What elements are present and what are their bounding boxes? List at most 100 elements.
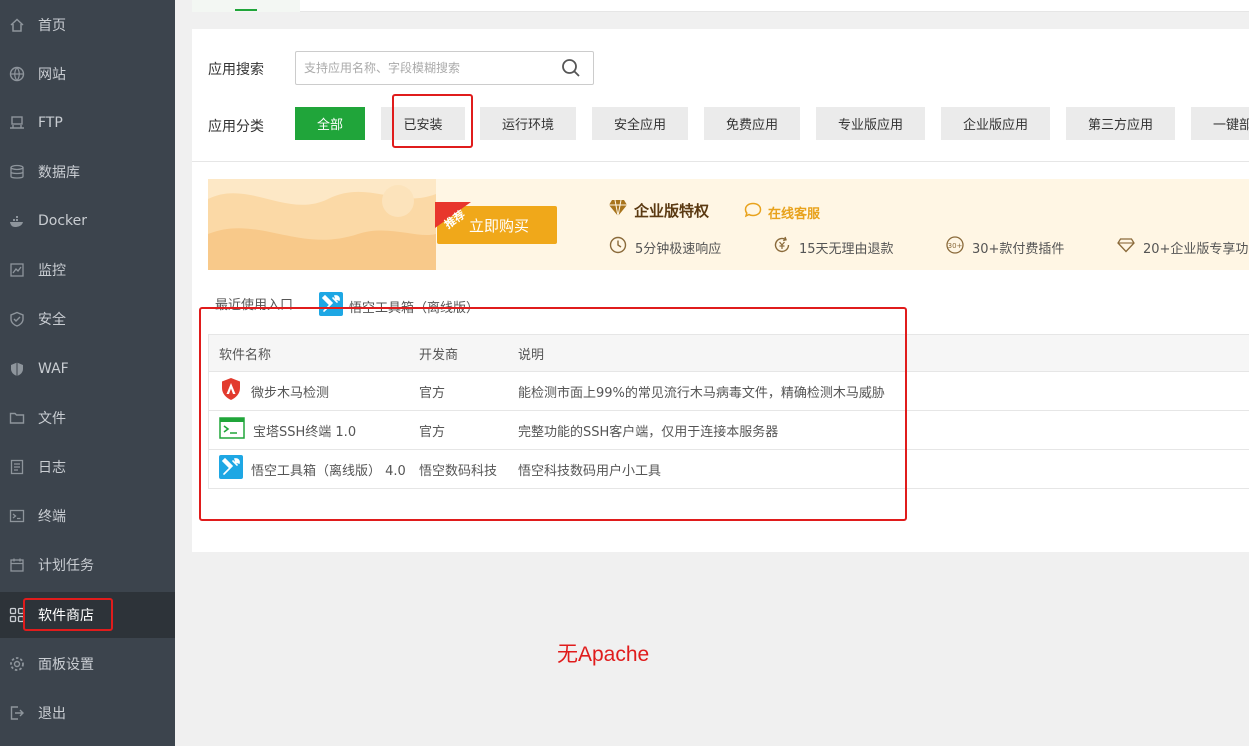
feature-text: 20+企业版专享功能	[1143, 241, 1249, 257]
developer-cell: 官方	[419, 424, 446, 440]
category-one-click[interactable]: 一键部署	[1191, 107, 1249, 140]
sidebar-item-database[interactable]: 数据库	[0, 149, 175, 195]
recent-entry-label: 最近使用入口	[215, 298, 294, 313]
sidebar-item-docker[interactable]: Docker	[0, 198, 175, 244]
sidebar-item-label: 日志	[38, 460, 66, 476]
sidebar-item-label: 退出	[38, 706, 66, 722]
software-name[interactable]: 宝塔SSH终端 1.0	[253, 421, 356, 440]
column-header-description[interactable]: 说明	[518, 335, 544, 371]
developer-cell: 官方	[419, 385, 446, 401]
clock-icon	[608, 235, 628, 259]
category-pro[interactable]: 专业版应用	[816, 107, 925, 140]
software-name[interactable]: 悟空工具箱（离线版） 4.0	[251, 460, 406, 479]
annotation-note: 无Apache	[557, 643, 650, 666]
sidebar-item-ftp[interactable]: FTP	[0, 100, 175, 146]
search-input[interactable]	[304, 59, 554, 77]
table-header: 软件名称 开发商 说明	[209, 335, 1249, 372]
home-icon	[9, 17, 25, 33]
sidebar-item-files[interactable]: 文件	[0, 395, 175, 441]
monitor-icon	[9, 262, 25, 278]
sidebar-item-logout[interactable]: 退出	[0, 690, 175, 736]
developer-cell: 悟空数码科技	[419, 463, 498, 479]
trojan-detect-icon	[219, 377, 243, 405]
software-name[interactable]: 微步木马检测	[251, 382, 329, 401]
sidebar-item-label: 首页	[38, 18, 66, 34]
category-enterprise[interactable]: 企业版应用	[941, 107, 1050, 140]
category-third-party[interactable]: 第三方应用	[1066, 107, 1175, 140]
sidebar-item-logs[interactable]: 日志	[0, 444, 175, 490]
ssh-terminal-icon	[219, 417, 245, 443]
sidebar-item-label: 数据库	[38, 165, 80, 181]
refund-icon	[772, 235, 792, 259]
column-header-name[interactable]: 软件名称	[219, 335, 271, 371]
category-security[interactable]: 安全应用	[592, 107, 688, 140]
software-name-cell: 悟空工具箱（离线版） 4.0	[219, 450, 406, 488]
feature-exclusive: 20+企业版专享功能	[1116, 235, 1249, 259]
sidebar-item-label: 面板设置	[38, 657, 94, 673]
feature-refund: 15天无理由退款	[772, 235, 894, 259]
sidebar: 首页 网站 FTP 数据库 Docker 监控 安全 WAF 文件 日志 终端	[0, 0, 175, 746]
description-cell: 完整功能的SSH客户端，仅用于连接本服务器	[518, 424, 779, 440]
apps-grid-icon	[9, 607, 25, 623]
category-label: 应用分类	[208, 119, 264, 135]
category-runtime[interactable]: 运行环境	[480, 107, 576, 140]
sidebar-item-security[interactable]: 安全	[0, 296, 175, 342]
category-installed[interactable]: 已安装	[381, 107, 465, 140]
sidebar-item-monitor[interactable]: 监控	[0, 247, 175, 293]
category-free[interactable]: 免费应用	[704, 107, 800, 140]
globe-icon	[9, 66, 25, 82]
column-header-developer[interactable]: 开发商	[419, 335, 458, 371]
sidebar-item-waf[interactable]: WAF	[0, 346, 175, 392]
description-cell: 能检测市面上99%的常见流行木马病毒文件，精确检测木马威胁	[518, 385, 885, 401]
search-label: 应用搜索	[208, 62, 264, 78]
top-tab-strip	[192, 0, 1249, 12]
sidebar-item-cron[interactable]: 计划任务	[0, 542, 175, 588]
ftp-icon	[9, 115, 25, 131]
table-row[interactable]: 微步木马检测 官方 能检测市面上99%的常见流行木马病毒文件，精确检测木马威胁	[209, 372, 1249, 411]
customer-service-link[interactable]: 在线客服	[744, 202, 820, 222]
recent-entry-item[interactable]: 悟空工具箱（离线版）	[319, 292, 479, 320]
docker-icon	[9, 213, 25, 229]
enterprise-banner: 立即购买 推荐 企业版特权 在线客服 5分钟极速响应 15天无理由退款 30+ …	[208, 179, 1249, 270]
toolbox-icon	[219, 455, 243, 483]
recent-entry-text: 悟空工具箱（离线版）	[349, 300, 480, 316]
sidebar-item-label: Docker	[38, 213, 88, 229]
sidebar-item-label: 终端	[38, 509, 66, 525]
sidebar-item-label: 文件	[38, 411, 66, 427]
calendar-icon	[9, 557, 25, 573]
software-name-cell: 宝塔SSH终端 1.0	[219, 411, 356, 449]
sidebar-item-label: 网站	[38, 67, 66, 83]
customer-service-text: 在线客服	[768, 206, 821, 222]
software-name-cell: 微步木马检测	[219, 372, 329, 410]
sidebar-item-settings[interactable]: 面板设置	[0, 641, 175, 687]
feature-text: 15天无理由退款	[799, 241, 894, 257]
sidebar-item-website[interactable]: 网站	[0, 51, 175, 97]
sidebar-item-label: FTP	[38, 115, 63, 131]
category-all[interactable]: 全部	[295, 107, 365, 140]
feature-plugins: 30+ 30+款付费插件	[945, 235, 1064, 259]
tab-active-indicator	[235, 9, 257, 11]
banner-decoration	[208, 179, 436, 270]
table-row[interactable]: 宝塔SSH终端 1.0 官方 完整功能的SSH客户端，仅用于连接本服务器	[209, 411, 1249, 450]
svg-text:30+: 30+	[948, 242, 963, 250]
feature-text: 5分钟极速响应	[635, 241, 722, 257]
search-icon[interactable]	[561, 58, 581, 78]
gear-icon	[9, 656, 25, 672]
log-icon	[9, 459, 25, 475]
description-cell: 悟空科技数码用户小工具	[518, 463, 662, 479]
table-row[interactable]: 悟空工具箱（离线版） 4.0 悟空数码科技 悟空科技数码用户小工具	[209, 450, 1249, 489]
plugin-badge-icon: 30+	[945, 235, 965, 259]
sidebar-item-app-store[interactable]: 软件商店	[0, 592, 175, 638]
sidebar-item-label: WAF	[38, 361, 69, 377]
app-store-panel: 应用搜索 应用分类 全部 已安装 运行环境 安全应用 免费应用 专业版应用 企业…	[192, 29, 1249, 552]
shield-icon	[9, 311, 25, 327]
waf-icon	[9, 361, 25, 377]
sidebar-item-terminal[interactable]: 终端	[0, 493, 175, 539]
logout-icon	[9, 705, 25, 721]
folder-icon	[9, 410, 25, 426]
feature-text: 30+款付费插件	[972, 241, 1065, 257]
enterprise-title: 企业版特权	[608, 199, 709, 221]
sidebar-item-label: 监控	[38, 263, 66, 279]
sidebar-item-home[interactable]: 首页	[0, 2, 175, 48]
search-field[interactable]	[295, 51, 594, 85]
